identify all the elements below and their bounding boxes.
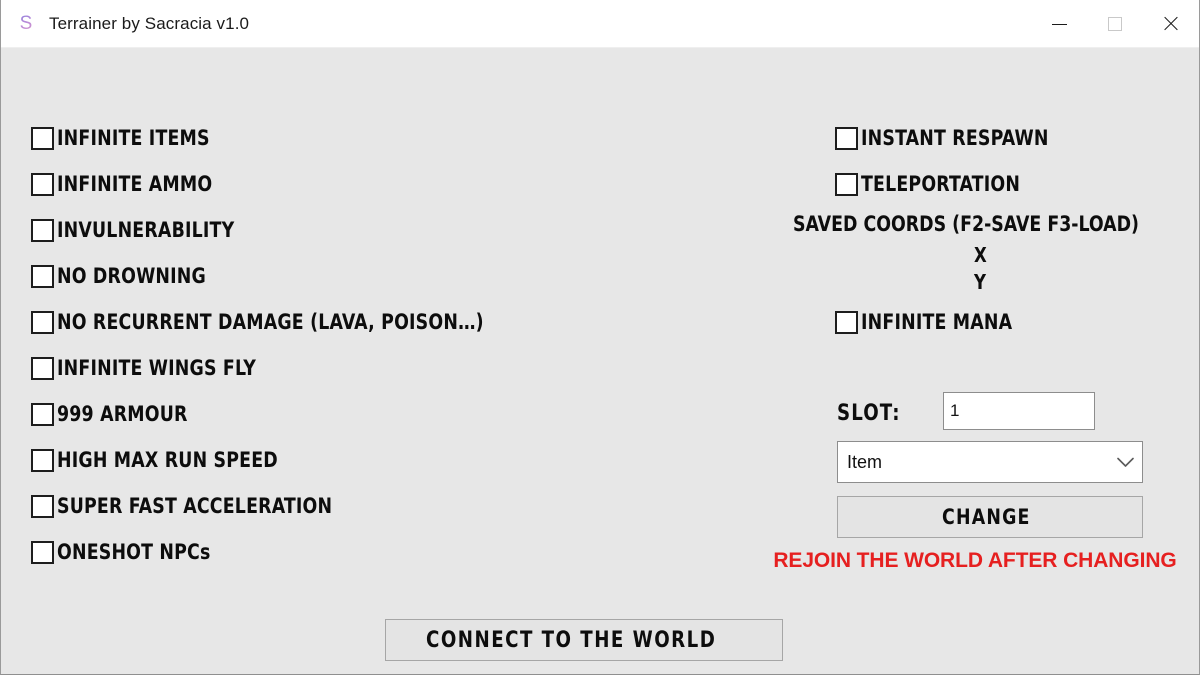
saved-coords-x-label: X [974, 243, 987, 267]
window-title: Terrainer by Sacracia v1.0 [49, 13, 250, 33]
checkbox-no-drowning[interactable] [31, 265, 54, 288]
checkbox-row-infinite-wings-fly[interactable]: INFINITE WINGS FLY [31, 357, 273, 380]
checkbox-label-infinite-wings-fly: INFINITE WINGS FLY [57, 356, 256, 380]
checkbox-label-invulnerability: INVULNERABILITY [57, 218, 235, 242]
checkbox-row-instant-respawn[interactable]: INSTANT RESPAWN [835, 127, 1065, 150]
checkbox-label-oneshot-npcs: ONESHOT NPCs [57, 540, 211, 564]
checkbox-row-infinite-items[interactable]: INFINITE ITEMS [31, 127, 223, 150]
checkbox-no-recurrent-damage[interactable] [31, 311, 54, 334]
slot-label: SLOT: [837, 401, 901, 426]
checkbox-label-super-fast-acceleration: SUPER FAST ACCELERATION [57, 494, 333, 518]
checkbox-oneshot-npcs[interactable] [31, 541, 54, 564]
checkbox-row-no-drowning[interactable]: NO DROWNING [31, 265, 219, 288]
checkbox-label-infinite-items: INFINITE ITEMS [57, 126, 210, 150]
checkbox-label-instant-respawn: INSTANT RESPAWN [861, 126, 1049, 150]
checkbox-row-oneshot-npcs[interactable]: ONESHOT NPCs [31, 541, 224, 564]
app-window: S Terrainer by Sacracia v1.0 INFINITE IT… [0, 0, 1200, 675]
checkbox-row-infinite-ammo[interactable]: INFINITE AMMO [31, 173, 226, 196]
rejoin-warning-text: REJOIN THE WORLD AFTER CHANGING [773, 549, 1177, 572]
checkbox-row-invulnerability[interactable]: INVULNERABILITY [31, 219, 250, 242]
change-button[interactable]: CHANGE [837, 496, 1143, 538]
close-button[interactable] [1143, 0, 1199, 48]
checkbox-high-max-run-speed[interactable] [31, 449, 54, 472]
checkbox-label-infinite-mana: INFINITE MANA [861, 310, 1013, 334]
checkbox-label-no-recurrent-damage: NO RECURRENT DAMAGE (LAVA, POISON…) [57, 310, 484, 334]
checkbox-label-no-drowning: NO DROWNING [57, 264, 206, 288]
checkbox-label-high-max-run-speed: HIGH MAX RUN SPEED [57, 448, 278, 472]
checkbox-999-armour[interactable] [31, 403, 54, 426]
maximize-icon [1108, 17, 1122, 31]
checkbox-super-fast-acceleration[interactable] [31, 495, 54, 518]
checkbox-infinite-ammo[interactable] [31, 173, 54, 196]
checkbox-label-infinite-ammo: INFINITE AMMO [57, 172, 213, 196]
checkbox-infinite-wings-fly[interactable] [31, 357, 54, 380]
checkbox-row-teleportation[interactable]: TELEPORTATION [835, 173, 1034, 196]
main-content: INFINITE ITEMS INFINITE AMMO INVULNERABI… [1, 48, 1199, 674]
chevron-down-icon [1108, 457, 1142, 468]
checkbox-teleportation[interactable] [835, 173, 858, 196]
connect-to-world-button-label: CONNECT TO THE WORLD [426, 627, 717, 653]
saved-coords-title: SAVED COORDS (F2-SAVE F3-LOAD) [771, 212, 1191, 237]
checkbox-label-teleportation: TELEPORTATION [861, 172, 1021, 196]
item-type-dropdown-value: Item [847, 451, 883, 472]
checkbox-row-super-fast-acceleration[interactable]: SUPER FAST ACCELERATION [31, 495, 356, 518]
maximize-button[interactable] [1087, 0, 1143, 48]
slot-input[interactable] [943, 392, 1095, 430]
minimize-icon [1051, 23, 1067, 25]
checkbox-row-999-armour[interactable]: 999 ARMOUR [31, 403, 199, 426]
checkbox-invulnerability[interactable] [31, 219, 54, 242]
checkbox-label-999-armour: 999 ARMOUR [57, 402, 188, 426]
item-type-dropdown[interactable]: Item [837, 441, 1143, 483]
checkbox-infinite-mana[interactable] [835, 311, 858, 334]
saved-coords-x-row: X [771, 243, 1191, 268]
checkbox-row-no-recurrent-damage[interactable]: NO RECURRENT DAMAGE (LAVA, POISON…) [31, 311, 521, 334]
title-bar: S Terrainer by Sacracia v1.0 [1, 0, 1199, 48]
close-icon [1162, 15, 1180, 33]
checkbox-instant-respawn[interactable] [835, 127, 858, 150]
change-button-label: CHANGE [941, 505, 1031, 529]
connect-to-world-button[interactable]: CONNECT TO THE WORLD [385, 619, 783, 661]
checkbox-row-high-max-run-speed[interactable]: HIGH MAX RUN SPEED [31, 449, 297, 472]
checkbox-row-infinite-mana[interactable]: INFINITE MANA [835, 311, 1025, 334]
minimize-button[interactable] [1031, 0, 1087, 48]
window-controls [1031, 0, 1199, 48]
checkbox-infinite-items[interactable] [31, 127, 54, 150]
saved-coords-title-text: SAVED COORDS (F2-SAVE F3-LOAD) [792, 212, 1139, 236]
app-logo-icon: S [15, 12, 37, 36]
saved-coords-y-label: Y [974, 270, 987, 294]
saved-coords-y-row: Y [771, 270, 1191, 295]
